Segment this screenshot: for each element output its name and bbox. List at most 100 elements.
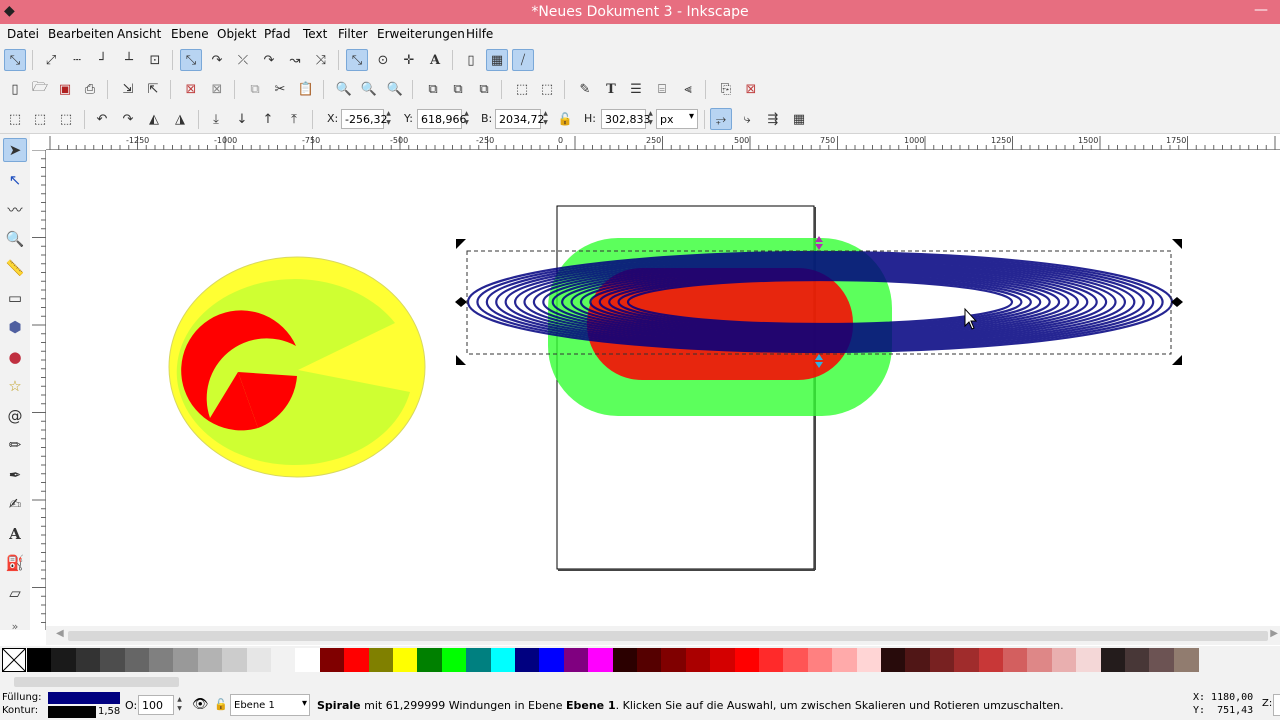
menu-datei[interactable]: Datei	[7, 27, 39, 41]
height-spin-arrows[interactable]: ▲ ▼	[646, 109, 655, 129]
x-spin-arrows[interactable]: ▲ ▼	[384, 109, 393, 129]
color-swatch[interactable]	[319, 648, 345, 672]
palette-scrollbar[interactable]	[0, 674, 1280, 690]
color-swatch[interactable]	[344, 648, 370, 672]
spray-tool-icon[interactable]: ⛽	[3, 551, 27, 575]
color-swatch[interactable]	[1100, 648, 1126, 672]
menu-filter[interactable]: Filter	[338, 27, 368, 41]
snap-page-icon[interactable]: ▯	[460, 49, 482, 71]
print-icon[interactable]: ⎙	[79, 78, 101, 100]
transform-gradients-icon[interactable]: ⇶	[762, 108, 784, 130]
opacity-spin-arrows[interactable]: ▲ ▼	[175, 695, 184, 715]
snap-bbox-midpoint-icon[interactable]: ┴	[118, 49, 140, 71]
rotate-ccw-icon[interactable]: ↶	[91, 108, 113, 130]
color-swatch[interactable]	[149, 648, 174, 672]
zoom-tool-icon[interactable]: 🔍	[3, 227, 27, 251]
menu-erweiterungen[interactable]: Erweiterungen	[377, 27, 465, 41]
opacity-input[interactable]: 100	[138, 695, 174, 715]
menu-objekt[interactable]: Objekt	[217, 27, 256, 41]
layer-lock-icon[interactable]: 🔓	[214, 698, 228, 711]
color-swatch[interactable]	[417, 648, 443, 672]
snap-cusp-icon[interactable]: ↷	[258, 49, 280, 71]
palette-scroll-thumb[interactable]	[14, 677, 179, 687]
measure-tool-icon[interactable]: 📏	[3, 256, 27, 280]
scroll-right-icon[interactable]: ▶	[1270, 628, 1278, 639]
snap-bbox-center-icon[interactable]: ⊡	[144, 49, 166, 71]
color-swatch[interactable]	[563, 648, 589, 672]
pen-tool-icon[interactable]: ✒	[3, 463, 27, 487]
color-swatch[interactable]	[27, 648, 52, 672]
menu-bearbeiten[interactable]: Bearbeiten	[48, 27, 114, 41]
color-swatch[interactable]	[734, 648, 760, 672]
color-swatch[interactable]	[271, 648, 296, 672]
flip-horizontal-icon[interactable]: ◭	[143, 108, 165, 130]
color-swatch[interactable]	[515, 648, 540, 672]
color-swatch[interactable]	[539, 648, 565, 672]
snap-bbox-icon[interactable]: ⤢	[40, 49, 62, 71]
redo-icon[interactable]: ⊠	[206, 78, 228, 100]
snap-intersection-icon[interactable]: ⤫	[232, 49, 254, 71]
snap-text-baseline-icon[interactable]: A	[424, 49, 446, 71]
color-swatch[interactable]	[1076, 648, 1102, 672]
3d-box-tool-icon[interactable]: ⬢	[3, 315, 27, 339]
document-properties-icon[interactable]: ⎘	[715, 78, 737, 100]
paste-icon[interactable]: 📋	[295, 78, 317, 100]
lower-icon[interactable]: ↓	[231, 108, 253, 130]
snap-others-icon[interactable]: ⤡	[346, 49, 368, 71]
color-swatch[interactable]	[905, 648, 931, 672]
text-tool-icon[interactable]: A	[3, 522, 27, 546]
scale-handle-e[interactable]	[1171, 297, 1183, 307]
calligraphy-tool-icon[interactable]: ✍	[3, 492, 27, 516]
snap-rotation-center-icon[interactable]: ✛	[398, 49, 420, 71]
undo-icon[interactable]: ⊠	[180, 78, 202, 100]
y-spin-arrows[interactable]: ▲ ▼	[462, 109, 471, 129]
color-swatch[interactable]	[807, 648, 833, 672]
scale-corners-icon[interactable]: ⤷	[736, 108, 758, 130]
fill-stroke-icon[interactable]: ✎	[574, 78, 596, 100]
minimize-icon[interactable]: —	[1254, 2, 1268, 18]
pencil-tool-icon[interactable]: ✏	[3, 433, 27, 457]
color-swatch[interactable]	[832, 648, 858, 672]
scale-handle-w[interactable]	[455, 297, 467, 307]
menu-ansicht[interactable]: Ansicht	[117, 27, 161, 41]
color-swatch[interactable]	[393, 648, 418, 672]
snap-midpoint-icon[interactable]: ⤨	[310, 49, 332, 71]
color-swatch[interactable]	[710, 648, 736, 672]
node-tool-icon[interactable]: ↖	[3, 168, 27, 192]
color-swatch[interactable]	[978, 648, 1004, 672]
tweak-tool-icon[interactable]: 〰	[3, 197, 27, 221]
stroke-width-value[interactable]: 1,58	[98, 706, 120, 717]
xml-editor-icon[interactable]: ⌸	[651, 78, 673, 100]
color-swatch[interactable]	[612, 648, 638, 672]
snap-nodes-icon[interactable]: ⤡	[180, 49, 202, 71]
ungroup-icon[interactable]: ⬚	[536, 78, 558, 100]
color-swatch[interactable]	[222, 648, 248, 672]
color-swatch[interactable]	[1003, 648, 1028, 672]
spiral-tool-icon[interactable]: @	[3, 404, 27, 428]
horizontal-scrollbar[interactable]: ◀ ▶	[46, 626, 1280, 645]
color-swatch[interactable]	[783, 648, 809, 672]
color-swatch[interactable]	[1125, 648, 1150, 672]
color-swatch[interactable]	[124, 648, 150, 672]
preferences-icon[interactable]: ⊠	[740, 78, 762, 100]
color-swatch[interactable]	[637, 648, 662, 672]
scale-stroke-icon[interactable]: ⥅	[710, 108, 732, 130]
zoom-drawing-icon[interactable]: 🔍	[358, 78, 380, 100]
color-swatch[interactable]	[368, 648, 394, 672]
layers-icon[interactable]: ☰	[625, 78, 647, 100]
zoom-page-icon[interactable]: 🔍	[384, 78, 406, 100]
menu-hilfe[interactable]: Hilfe	[466, 27, 493, 41]
color-swatch[interactable]	[173, 648, 199, 672]
layer-visibility-icon[interactable]: 👁	[192, 697, 209, 712]
color-swatch[interactable]	[1173, 648, 1199, 672]
new-document-icon[interactable]: ▯	[4, 78, 26, 100]
color-swatch[interactable]	[759, 648, 784, 672]
color-swatch[interactable]	[588, 648, 614, 672]
drawing-canvas[interactable]	[47, 151, 1280, 626]
color-swatch[interactable]	[100, 648, 126, 672]
snap-bbox-edge-icon[interactable]: ┄	[66, 49, 88, 71]
scale-handle-se[interactable]	[1172, 355, 1182, 365]
snap-grid-icon[interactable]: ▦	[486, 49, 508, 71]
x-input[interactable]: -256,32	[341, 109, 387, 129]
color-swatch[interactable]	[929, 648, 955, 672]
